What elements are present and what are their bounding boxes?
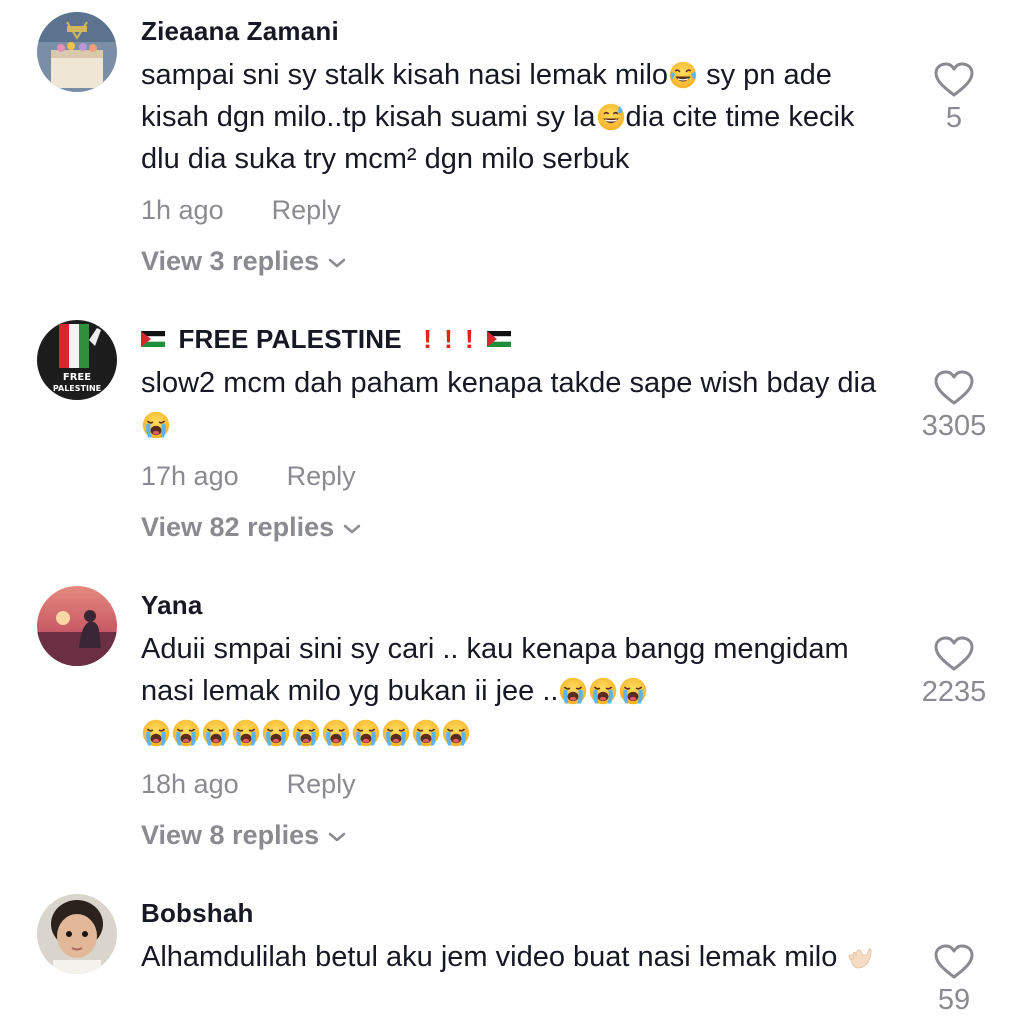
avatar[interactable]: FREE PALESTINE xyxy=(37,320,117,400)
crying-emoji-icon xyxy=(619,677,647,705)
crying-emoji-icon xyxy=(442,719,470,747)
sweat-smile-emoji-icon xyxy=(597,103,625,131)
view-replies-button[interactable]: View 8 replies xyxy=(141,820,347,851)
comment-text: Aduii smpai sini sy cari .. kau kenapa b… xyxy=(141,628,901,754)
heart-icon xyxy=(934,636,974,672)
crying-emoji-icon xyxy=(412,719,440,747)
exclamation-icon: ! xyxy=(464,324,474,354)
crying-emoji-icon xyxy=(322,719,350,747)
username[interactable]: Yana xyxy=(141,590,203,621)
like-button[interactable]: 2235 xyxy=(894,636,1014,709)
crying-emoji-icon xyxy=(382,719,410,747)
timestamp: 17h ago xyxy=(141,461,239,491)
heart-icon xyxy=(934,370,974,406)
crying-emoji-icon xyxy=(232,719,260,747)
comment-text: sampai sni sy stalk kisah nasi lemak mil… xyxy=(141,59,855,175)
exclamation-icon: ! xyxy=(444,324,453,354)
crying-emoji-icon xyxy=(589,677,617,705)
sunset-avatar-icon xyxy=(37,586,117,666)
cake-avatar-icon xyxy=(37,12,117,92)
crying-emoji-icon xyxy=(292,719,320,747)
crying-emoji-icon xyxy=(172,719,200,747)
heart-icon xyxy=(934,944,974,980)
like-button[interactable]: 3305 xyxy=(894,370,1014,443)
like-count: 2235 xyxy=(921,676,987,708)
username[interactable]: FREE PALESTINE !!! xyxy=(141,324,511,355)
username[interactable]: Zieaana Zamani xyxy=(141,16,339,47)
chevron-down-icon xyxy=(327,831,347,843)
view-replies-button[interactable]: View 82 replies xyxy=(141,512,362,543)
free-palestine-avatar-icon: FREE PALESTINE xyxy=(37,320,117,400)
comment-meta: 1h ago Reply xyxy=(141,195,341,226)
reply-button[interactable]: Reply xyxy=(287,461,356,491)
like-count: 59 xyxy=(937,984,971,1016)
chevron-down-icon xyxy=(327,257,347,269)
child-photo-avatar-icon xyxy=(37,894,117,974)
svg-text:FREE: FREE xyxy=(63,372,91,383)
avatar[interactable] xyxy=(37,894,117,974)
comment-meta: 17h ago Reply xyxy=(141,461,356,492)
comment-meta: 18h ago Reply xyxy=(141,769,356,800)
palestine-flag-icon xyxy=(141,331,165,347)
call-me-hand-emoji-icon xyxy=(846,943,874,971)
view-replies-button[interactable]: View 3 replies xyxy=(141,246,347,277)
crying-emoji-icon xyxy=(559,677,587,705)
crying-emoji-icon xyxy=(142,719,170,747)
comment-text: slow2 mcm dah paham kenapa takde sape wi… xyxy=(141,362,901,446)
chevron-down-icon xyxy=(342,523,362,535)
crying-emoji-icon xyxy=(202,719,230,747)
exclamation-icon: ! xyxy=(423,324,433,354)
like-button[interactable]: 5 xyxy=(894,62,1014,135)
timestamp: 1h ago xyxy=(141,195,224,225)
avatar[interactable] xyxy=(37,12,117,92)
palestine-flag-icon xyxy=(487,331,511,347)
like-count: 3305 xyxy=(921,410,987,442)
joy-emoji-icon xyxy=(669,61,697,89)
reply-button[interactable]: Reply xyxy=(272,195,341,225)
like-count: 5 xyxy=(945,102,963,134)
crying-emoji-icon xyxy=(352,719,380,747)
crying-emoji-icon xyxy=(262,719,290,747)
reply-button[interactable]: Reply xyxy=(287,769,356,799)
heart-icon xyxy=(934,62,974,98)
avatar[interactable] xyxy=(37,586,117,666)
comment-text: Alhamdulilah betul aku jem video buat na… xyxy=(141,936,901,978)
timestamp: 18h ago xyxy=(141,769,239,799)
like-button[interactable]: 59 xyxy=(894,944,1014,1017)
crying-emoji-icon xyxy=(142,411,170,439)
username[interactable]: Bobshah xyxy=(141,898,254,929)
svg-text:PALESTINE: PALESTINE xyxy=(53,384,101,393)
